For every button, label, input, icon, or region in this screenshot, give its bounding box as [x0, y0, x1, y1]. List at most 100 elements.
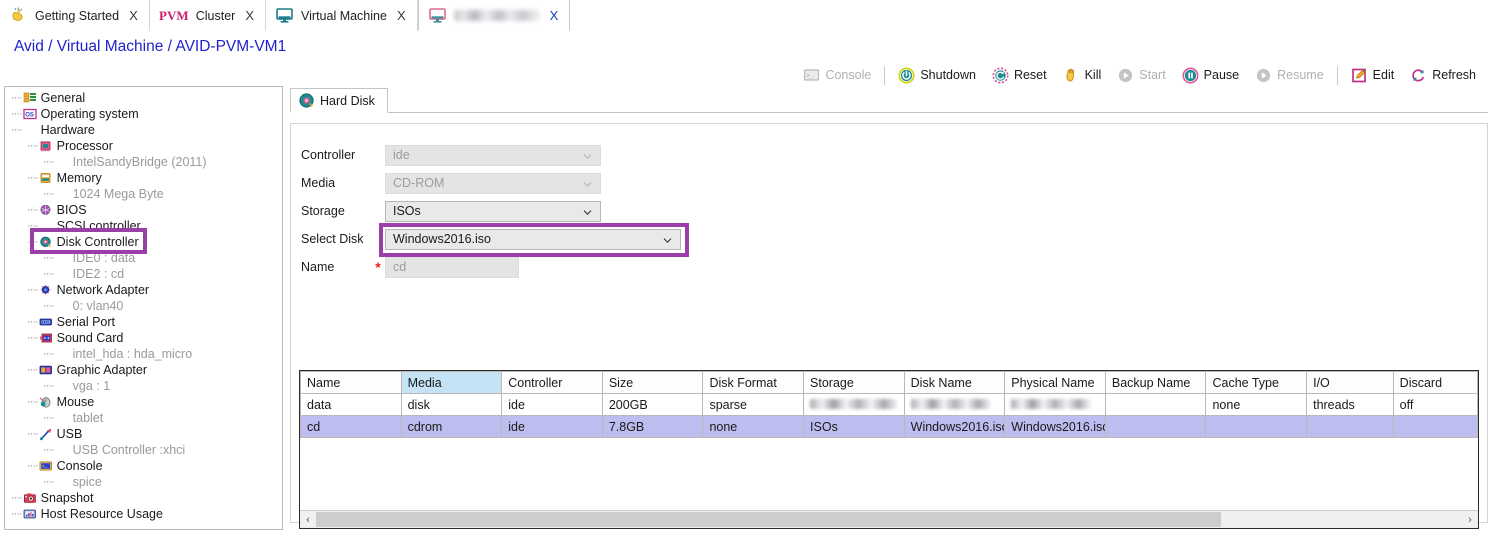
close-icon[interactable]: X [397, 9, 406, 22]
table-empty-cell [1306, 474, 1394, 510]
tab-hard-disk[interactable]: Hard Disk [290, 88, 388, 113]
refresh-button[interactable]: Refresh [1402, 62, 1484, 88]
network-icon [39, 284, 53, 297]
tree-item-tablet[interactable]: ···· tablet [5, 410, 282, 426]
tree-item-graphic-adapter[interactable]: ···· Graphic Adapter [5, 362, 282, 378]
tree-item-operating-system[interactable]: ···· OS Operating system [5, 106, 282, 122]
chevron-down-icon[interactable] [583, 150, 592, 159]
tree-item-usb-controller-xhci[interactable]: ···· USB Controller :xhci [5, 442, 282, 458]
table-empty-cell [903, 437, 1006, 474]
start-button[interactable]: Start [1109, 62, 1173, 88]
tree-item-bios[interactable]: ···· BIOS [5, 202, 282, 218]
tab-active-vm[interactable]: X [417, 0, 571, 31]
tree-item-label: Serial Port [56, 315, 116, 329]
field-value: CD-ROM [393, 176, 445, 190]
resume-button[interactable]: Resume [1247, 62, 1332, 88]
tree-item-spice[interactable]: ···· spice [5, 474, 282, 490]
tree-item-vga-1[interactable]: ···· vga : 1 [5, 378, 282, 394]
edit-button[interactable]: Edit [1343, 62, 1403, 88]
kill-button[interactable]: Kill [1055, 62, 1110, 88]
table-empty-cell [1104, 474, 1207, 510]
close-icon[interactable]: X [245, 9, 254, 22]
tab-bar-filler [570, 0, 1492, 32]
tree-item-hardware[interactable]: ···· Hardware [5, 122, 282, 138]
table-header-cell[interactable]: Disk Format [702, 371, 805, 394]
table-header-cell[interactable]: Media [400, 371, 503, 394]
table-header-cell[interactable]: Storage [803, 371, 905, 394]
table-cell [1004, 393, 1106, 416]
form-row-controller: Controller ide [301, 141, 1487, 169]
table-body: data disk ide 200GB sparse none threads off cd cd… [300, 393, 1479, 510]
tree-item-disk-controller[interactable]: ···· Disk Controller [5, 234, 282, 250]
pause-button[interactable]: Pause [1174, 62, 1247, 88]
tree-item-host-resource-usage[interactable]: ···· Host Resource Usage [5, 506, 282, 522]
table-row[interactable]: cd cdrom ide 7.8GB none ISOs Windows2016.iso Wi… [300, 415, 1479, 438]
text-input-name: cd [385, 256, 519, 278]
select-storage[interactable]: ISOs [385, 200, 601, 222]
tree-item-intel[interactable]: ···· Intel SandyBridge (2011) [5, 154, 282, 170]
tree-item-scsi-controller[interactable]: ···· SCSI controller [5, 218, 282, 234]
close-icon[interactable]: X [550, 9, 559, 22]
tab-cluster[interactable]: PVM Cluster X [149, 0, 267, 31]
reset-icon [992, 67, 1009, 84]
tab-getting-started[interactable]: Getting Started X [0, 0, 150, 31]
table-header-cell[interactable]: Name [300, 371, 402, 394]
table-header-cell[interactable]: Discard [1392, 371, 1479, 394]
scrollbar-thumb[interactable] [316, 512, 1222, 527]
hand-snap-icon [9, 7, 28, 24]
tree-item-serial-port[interactable]: ···· Serial Port [5, 314, 282, 330]
tree-item-processor[interactable]: ···· Processor [5, 138, 282, 154]
tree-item-general[interactable]: ···· General [5, 90, 282, 106]
table-header-cell[interactable]: Size [601, 371, 704, 394]
scrollbar-track[interactable] [316, 511, 1462, 528]
console-button[interactable]: >_ Console [795, 62, 879, 88]
table-empty-cell [702, 474, 805, 510]
table-empty-cell [1306, 437, 1394, 474]
disk-table-container[interactable]: Name Media Controller Size Disk Format Storag… [299, 370, 1479, 529]
table-horizontal-scrollbar[interactable]: ‹ › [300, 510, 1478, 528]
tree-connector-icon: ···· [11, 508, 23, 520]
scroll-left-arrow-icon[interactable]: ‹ [300, 511, 316, 528]
table-header-cell[interactable]: Backup Name [1104, 371, 1207, 394]
shutdown-button[interactable]: Shutdown [890, 62, 984, 88]
table-header-cell[interactable]: I/O [1306, 371, 1394, 394]
svg-text:>_: >_ [42, 464, 48, 469]
tree-item-network-adapter[interactable]: ···· Network Adapter [5, 282, 282, 298]
scroll-right-arrow-icon[interactable]: › [1462, 511, 1478, 528]
vm-hardware-tree-panel[interactable]: ···· General ···· OS Operating system ···· Har… [4, 86, 283, 530]
close-icon[interactable]: X [129, 9, 138, 22]
field-value: ide [393, 148, 410, 162]
tree-item-usb[interactable]: ···· USB [5, 426, 282, 442]
tree-item-label: 1024 Mega Byte [72, 187, 164, 201]
table-header-cell[interactable]: Physical Name [1004, 371, 1106, 394]
tab-virtual-machine[interactable]: Virtual Machine X [266, 0, 418, 31]
table-header-cell[interactable]: Controller [501, 371, 603, 394]
chevron-down-icon[interactable] [663, 234, 672, 243]
table-empty-cell [1205, 474, 1308, 510]
tree-item-console[interactable]: ···· >_ Console [5, 458, 282, 474]
tree-item-1024-mega-byte[interactable]: ···· 1024 Mega Byte [5, 186, 282, 202]
tree-item-ide2-cd[interactable]: ···· IDE2 : cd [5, 266, 282, 282]
browser-tab-bar: Getting Started X PVM Cluster X Virtual … [0, 0, 1492, 32]
tree-item-memory[interactable]: ···· Memory [5, 170, 282, 186]
tree-item-mouse[interactable]: ···· Mouse [5, 394, 282, 410]
select-select-disk[interactable]: Windows2016.iso [385, 228, 681, 250]
tree-item-ide0-data[interactable]: ···· IDE0 : data [5, 250, 282, 266]
breadcrumb[interactable]: Avid / Virtual Machine / AVID-PVM-VM1 [0, 31, 1492, 63]
table-empty-cell [1392, 474, 1479, 510]
chevron-down-icon[interactable] [583, 206, 592, 215]
reset-button[interactable]: Reset [984, 62, 1055, 88]
table-header-cell[interactable]: Cache Type [1205, 371, 1308, 394]
required-marker: * [375, 259, 381, 275]
snapshot-icon [23, 492, 37, 505]
chevron-down-icon[interactable] [583, 178, 592, 187]
tree-connector-icon: ···· [27, 332, 39, 344]
table-empty-row [300, 437, 1479, 474]
button-label: Shutdown [920, 68, 976, 82]
tree-item-sound-card[interactable]: ···· Sound Card [5, 330, 282, 346]
tree-item-snapshot[interactable]: ···· Snapshot [5, 490, 282, 506]
tree-item-intel-hda-hda-micro[interactable]: ···· intel_hda : hda_micro [5, 346, 282, 362]
tree-item-0-vlan40[interactable]: ···· 0: vlan40 [5, 298, 282, 314]
table-header-cell[interactable]: Disk Name [903, 371, 1006, 394]
table-row[interactable]: data disk ide 200GB sparse none threads off [300, 393, 1479, 416]
